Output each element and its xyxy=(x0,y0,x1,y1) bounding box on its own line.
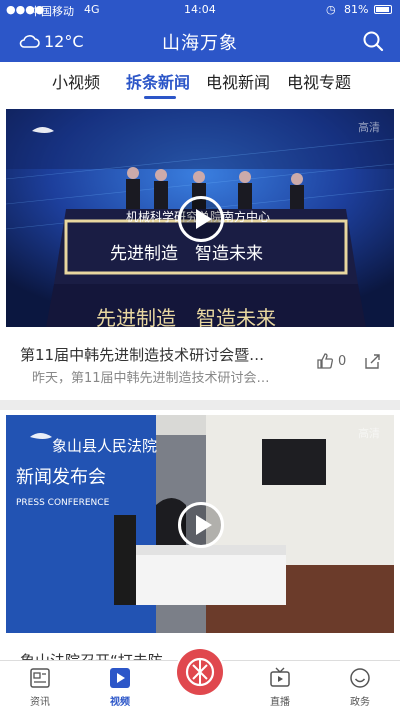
hd-badge: 高清 xyxy=(358,121,380,134)
nav-label: 资讯 xyxy=(30,697,50,708)
bottom-nav: 资讯 视频 直播 政务 xyxy=(0,647,400,710)
alarm-icon: ◷ xyxy=(326,3,336,16)
nav-label: 政务 xyxy=(350,697,370,708)
tv-icon xyxy=(270,667,290,687)
nav-label: 视频 xyxy=(110,697,130,708)
active-tab-indicator xyxy=(144,96,176,99)
tab-tv-news[interactable]: 电视新闻 xyxy=(206,69,270,93)
news-icon xyxy=(30,668,50,688)
nav-live[interactable]: 直播 xyxy=(240,661,320,710)
tab-short-video[interactable]: 小视频 xyxy=(52,69,100,93)
search-icon xyxy=(363,31,384,52)
status-time: 14:04 xyxy=(184,3,216,16)
feed-card[interactable]: 机械科学研究总院南方中心 先进制造 智造未来 先进制造 智造未来 高清 第11届… xyxy=(0,104,400,400)
news-summary: 昨天，第11届中韩先进制造技术研讨会… xyxy=(32,371,270,386)
play-icon[interactable] xyxy=(178,502,224,548)
category-tabs: 小视频 拆条新闻 电视新闻 电视专题 xyxy=(0,62,400,104)
nav-video[interactable]: 视频 xyxy=(80,661,160,710)
battery-icon xyxy=(374,5,392,14)
tab-clip-news[interactable]: 拆条新闻 xyxy=(126,69,190,93)
tab-tv-special[interactable]: 电视专题 xyxy=(287,69,351,93)
center-logo-icon xyxy=(177,649,223,695)
share-icon xyxy=(365,354,380,369)
share-button[interactable] xyxy=(363,352,381,374)
hd-badge: 高清 xyxy=(358,427,380,440)
thumbs-up-icon xyxy=(317,353,333,369)
app-title: 山海万象 xyxy=(162,33,238,54)
center-logo-button[interactable] xyxy=(175,647,225,697)
status-bar: ●●●● 中国移动 4G 14:04 ◷ 81% xyxy=(0,0,400,20)
video-thumbnail[interactable]: 象山县人民法院 新闻发布会 PRESS CONFERENCE 高清 xyxy=(6,415,394,633)
play-icon[interactable] xyxy=(178,196,224,242)
nav-government[interactable]: 政务 xyxy=(320,661,400,710)
search-button[interactable] xyxy=(362,30,384,52)
event-title-text: 新闻发布会 xyxy=(16,467,106,488)
like-button[interactable]: 0 xyxy=(316,352,346,370)
battery-percent: 81% xyxy=(344,3,369,16)
slogan-repeat-text: 先进制造 智造未来 xyxy=(96,306,276,327)
court-name-text: 象山县人民法院 xyxy=(52,437,157,455)
slogan-text: 先进制造 智造未来 xyxy=(110,244,263,264)
carrier-name: 中国移动 xyxy=(30,5,74,18)
smile-icon xyxy=(350,668,370,688)
video-play-icon xyxy=(110,668,130,688)
like-count: 0 xyxy=(338,353,347,369)
video-thumbnail[interactable]: 机械科学研究总院南方中心 先进制造 智造未来 先进制造 智造未来 高清 xyxy=(6,109,394,327)
news-title[interactable]: 第11届中韩先进制造技术研讨会暨… xyxy=(20,344,305,365)
event-english-text: PRESS CONFERENCE xyxy=(16,498,110,508)
app-header: 12°C 山海万象 xyxy=(0,20,400,62)
nav-news[interactable]: 资讯 xyxy=(0,661,80,710)
nav-label: 直播 xyxy=(270,697,290,708)
network-type: 4G xyxy=(84,3,100,16)
news-feed[interactable]: 机械科学研究总院南方中心 先进制造 智造未来 先进制造 智造未来 高清 第11届… xyxy=(0,104,400,660)
news-title[interactable]: 象山法院召开“打击防… xyxy=(20,650,305,660)
feed-card[interactable]: 象山县人民法院 新闻发布会 PRESS CONFERENCE 高清 象山法院召开… xyxy=(0,410,400,660)
